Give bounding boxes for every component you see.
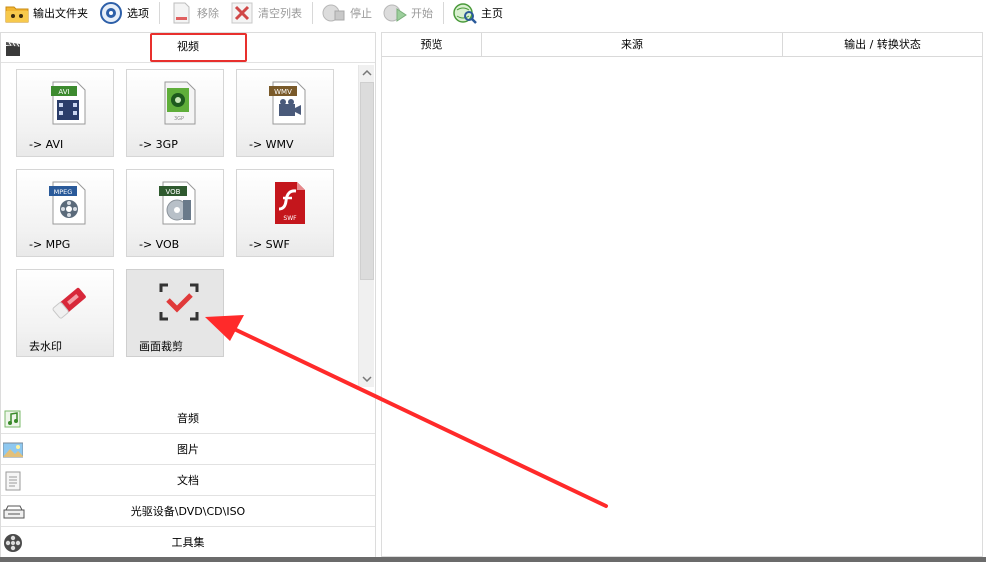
remove-doc-icon bbox=[168, 1, 194, 25]
avi-badge-text: AVI bbox=[58, 88, 69, 96]
vob-badge-text: VOB bbox=[166, 188, 181, 196]
toolbar-separator bbox=[312, 2, 313, 24]
clear-x-icon bbox=[229, 1, 255, 25]
tile-label: -> WMV bbox=[249, 138, 294, 151]
category-disc-header[interactable]: 光驱设备\DVD\CD\ISO bbox=[1, 496, 375, 527]
tile-to-3gp[interactable]: 3GP -> 3GP bbox=[126, 69, 224, 157]
tile-label: 画面裁剪 bbox=[139, 340, 183, 353]
scroll-thumb[interactable] bbox=[360, 82, 374, 280]
start-icon bbox=[382, 1, 408, 25]
wmv-file-icon: WMV bbox=[267, 78, 311, 128]
remove-label: 移除 bbox=[197, 7, 219, 20]
tile-to-avi[interactable]: AVI -> AVI bbox=[16, 69, 114, 157]
category-video-header[interactable]: 视频 bbox=[1, 33, 375, 63]
crop-check-icon bbox=[157, 278, 201, 328]
home-button[interactable]: 主页 bbox=[448, 0, 509, 26]
options-label: 选项 bbox=[127, 7, 149, 20]
wmv-badge-text: WMV bbox=[274, 88, 292, 96]
category-tools-header[interactable]: 工具集 bbox=[1, 527, 375, 558]
column-output-status[interactable]: 输出 / 转换状态 bbox=[783, 33, 982, 57]
tile-to-mpg[interactable]: MPEG -> MPG bbox=[16, 169, 114, 257]
category-image-label: 图片 bbox=[177, 443, 199, 456]
tile-to-wmv[interactable]: WMV -> WMV bbox=[236, 69, 334, 157]
file-list-header: 预览 来源 输出 / 转换状态 bbox=[382, 33, 982, 57]
clear-list-label: 清空列表 bbox=[258, 7, 302, 20]
start-label: 开始 bbox=[411, 7, 433, 20]
category-tools-label: 工具集 bbox=[171, 536, 205, 549]
options-gear-icon bbox=[98, 1, 124, 25]
category-image-header[interactable]: 图片 bbox=[1, 434, 375, 465]
home-label: 主页 bbox=[481, 7, 503, 20]
stop-button[interactable]: 停止 bbox=[317, 0, 378, 26]
scroll-down-arrow-icon[interactable] bbox=[359, 371, 375, 387]
home-globe-icon bbox=[452, 1, 478, 25]
category-document-header[interactable]: 文档 bbox=[1, 465, 375, 496]
bottom-status-bar bbox=[0, 557, 986, 562]
3gp-file-icon: 3GP bbox=[157, 78, 201, 128]
category-disc-label: 光驱设备\DVD\CD\ISO bbox=[130, 505, 246, 518]
folder-icon bbox=[4, 1, 30, 25]
swf-badge-text: SWF bbox=[283, 215, 297, 222]
options-button[interactable]: 选项 bbox=[94, 0, 155, 26]
tile-to-swf[interactable]: SWF -> SWF bbox=[236, 169, 334, 257]
tile-label: -> AVI bbox=[29, 138, 64, 151]
tile-label: -> 3GP bbox=[139, 138, 178, 151]
tile-label: -> SWF bbox=[249, 238, 290, 251]
tile-crop-frame[interactable]: 画面裁剪 bbox=[126, 269, 224, 357]
toolbar: 输出文件夹 选项 移除 清空列表 停止 开始 主页 bbox=[0, 0, 986, 26]
mpeg-file-icon: MPEG bbox=[47, 178, 91, 228]
category-audio-header[interactable]: 音频 bbox=[1, 403, 375, 434]
stop-label: 停止 bbox=[350, 7, 372, 20]
category-audio-label: 音频 bbox=[177, 412, 199, 425]
scroll-up-arrow-icon[interactable] bbox=[359, 65, 375, 81]
toolbar-separator bbox=[443, 2, 444, 24]
3gp-badge-text: 3GP bbox=[174, 116, 184, 122]
tile-label: 去水印 bbox=[29, 340, 62, 353]
remove-button[interactable]: 移除 bbox=[164, 0, 225, 26]
swf-file-icon: SWF bbox=[267, 178, 311, 228]
category-document-label: 文档 bbox=[177, 474, 199, 487]
tile-to-vob[interactable]: VOB -> VOB bbox=[126, 169, 224, 257]
mpeg-badge-text: MPEG bbox=[54, 188, 73, 196]
eraser-icon bbox=[47, 278, 91, 328]
video-highlight-box bbox=[150, 33, 247, 62]
file-list-panel[interactable]: 预览 来源 输出 / 转换状态 bbox=[381, 32, 983, 557]
video-format-grid: AVI -> AVI 3GP -> 3GP WMV -> WMV MPEG ->… bbox=[1, 63, 375, 403]
start-button[interactable]: 开始 bbox=[378, 0, 439, 26]
toolbar-separator bbox=[159, 2, 160, 24]
column-preview[interactable]: 预览 bbox=[382, 33, 482, 57]
vob-file-icon: VOB bbox=[157, 178, 201, 228]
output-folder-button[interactable]: 输出文件夹 bbox=[0, 0, 94, 26]
avi-file-icon: AVI bbox=[47, 78, 91, 128]
stop-icon bbox=[321, 1, 347, 25]
tile-label: -> MPG bbox=[29, 238, 71, 251]
conversion-categories-panel: 视频 AVI -> AVI 3GP -> 3GP WMV -> WMV MPEG… bbox=[0, 32, 376, 558]
clear-list-button[interactable]: 清空列表 bbox=[225, 0, 308, 26]
tiles-scrollbar[interactable] bbox=[358, 65, 374, 387]
tile-remove-watermark[interactable]: 去水印 bbox=[16, 269, 114, 357]
tile-label: -> VOB bbox=[139, 238, 180, 251]
output-folder-label: 输出文件夹 bbox=[33, 7, 88, 20]
column-source[interactable]: 来源 bbox=[482, 33, 783, 57]
